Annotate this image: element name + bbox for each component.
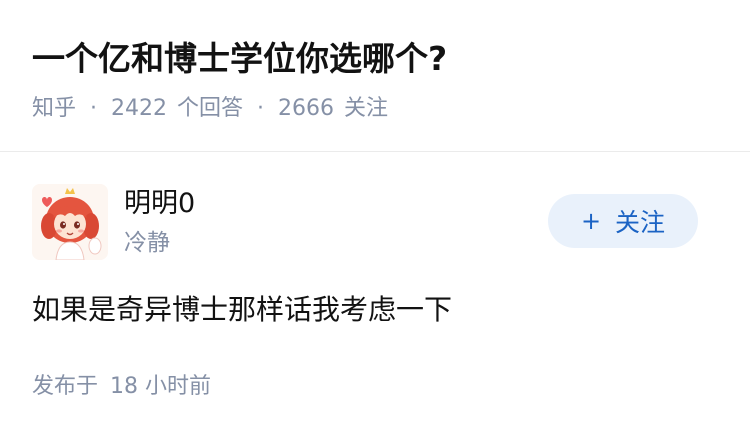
author-bio: 冷静 (124, 230, 170, 256)
author-avatar[interactable] (32, 184, 108, 260)
author-name[interactable]: 明明0 (124, 186, 195, 222)
plus-icon: + (580, 207, 602, 235)
published-label: 发布于 (32, 374, 99, 399)
follower-count-label: 关注 (344, 96, 389, 121)
answer-count-label[interactable]: 个回答 (177, 93, 243, 125)
anime-girl-avatar-icon (32, 184, 108, 260)
follow-button[interactable]: + 关注 (548, 194, 698, 248)
follow-button-label: 关注 (615, 208, 666, 237)
meta-separator: · (257, 96, 265, 121)
site-name[interactable]: 知乎 (32, 93, 76, 125)
answer-page: 一个亿和博士学位你选哪个? 知乎 · 2422 个回答 · 2666 关注 明明… (0, 0, 750, 438)
meta-separator: · (90, 96, 98, 121)
answer-content[interactable]: 如果是奇异博士那样话我考虑一下 (32, 289, 452, 331)
question-header: 一个亿和博士学位你选哪个? 知乎 · 2422 个回答 · 2666 关注 (0, 0, 750, 152)
question-meta: 知乎 · 2422 个回答 · 2666 关注 (32, 93, 388, 125)
answer-count[interactable]: 2422 (111, 93, 167, 125)
published-time: 18 小时前 (110, 374, 212, 399)
answer-publish-time[interactable]: 发布于 18 小时前 (32, 371, 211, 403)
follower-count: 2666 (278, 96, 335, 121)
question-title[interactable]: 一个亿和博士学位你选哪个? (32, 36, 447, 82)
